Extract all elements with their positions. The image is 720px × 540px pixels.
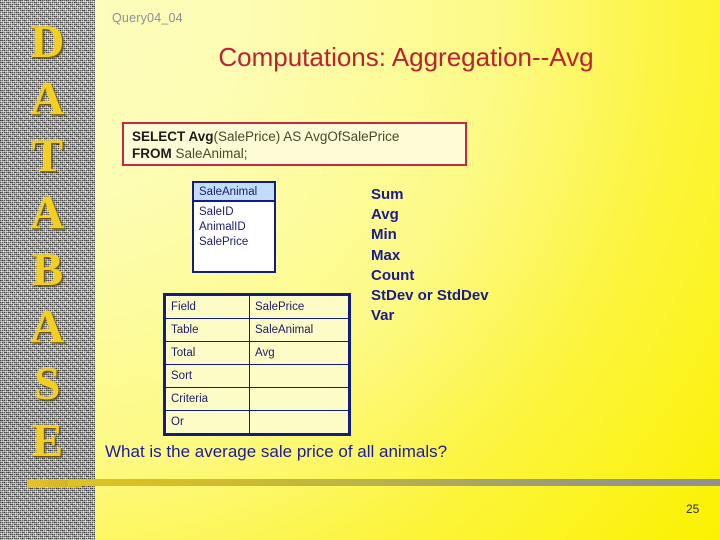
list-item: Min bbox=[371, 226, 397, 244]
table-entity-title: SaleAnimal bbox=[194, 183, 274, 202]
qbe-row-value: SalePrice bbox=[249, 295, 349, 319]
table-row: Sort bbox=[165, 364, 349, 388]
qbe-row-value bbox=[249, 410, 349, 434]
qbe-grid-table: Field SalePrice Table SaleAnimal Total A… bbox=[165, 295, 349, 434]
table-field: SaleID bbox=[199, 206, 234, 218]
list-item: Count bbox=[371, 266, 415, 284]
qbe-design-grid: Field SalePrice Table SaleAnimal Total A… bbox=[163, 293, 351, 436]
table-entity-box: SaleAnimal SaleID AnimalID SalePrice bbox=[192, 181, 276, 273]
qbe-row-label: Sort bbox=[165, 364, 250, 388]
qbe-row-value bbox=[249, 364, 349, 388]
list-item: Var bbox=[371, 307, 395, 325]
list-item: Max bbox=[371, 246, 401, 264]
sql-from-table: SaleAnimal; bbox=[171, 146, 248, 161]
table-row: Or bbox=[165, 410, 349, 434]
sidebar-letter: A bbox=[30, 301, 65, 353]
table-entity-field-list: SaleID AnimalID SalePrice bbox=[194, 202, 274, 250]
page-number: 25 bbox=[686, 502, 700, 516]
sql-statement-box: SELECT Avg(SalePrice) AS AvgOfSalePrice … bbox=[122, 122, 467, 166]
table-field: SalePrice bbox=[199, 236, 249, 248]
sidebar-letter: E bbox=[31, 415, 64, 467]
sql-keyword-select: SELECT Avg bbox=[132, 129, 214, 144]
qbe-row-label: Or bbox=[165, 410, 250, 434]
sql-select-expression: (SalePrice) AS AvgOfSalePrice bbox=[213, 129, 400, 144]
sidebar-letter: S bbox=[34, 358, 61, 410]
list-item: StDev or StdDev bbox=[371, 287, 489, 305]
aggregate-function-list: Sum Avg Min Max Count StDev or StdDev Va… bbox=[371, 185, 489, 326]
qbe-row-label: Field bbox=[165, 295, 250, 319]
sidebar-letter: A bbox=[30, 73, 65, 125]
page-title: Computations: Aggregation--Avg bbox=[218, 42, 594, 72]
qbe-row-value: Avg bbox=[249, 341, 349, 365]
sql-line-select: SELECT Avg(SalePrice) AS AvgOfSalePrice bbox=[132, 128, 465, 145]
list-item: Sum bbox=[371, 186, 404, 203]
qbe-row-value: SaleAnimal bbox=[249, 318, 349, 342]
table-row: Criteria bbox=[165, 387, 349, 411]
slide-header-label: Query04_04 bbox=[112, 11, 183, 25]
list-item: Avg bbox=[371, 206, 399, 224]
sidebar-vertical-word: D A T A B A S E bbox=[0, 0, 95, 540]
question-text: What is the average sale price of all an… bbox=[105, 442, 448, 461]
qbe-row-label: Total bbox=[165, 341, 250, 365]
qbe-row-label: Criteria bbox=[165, 387, 250, 411]
sql-keyword-from: FROM bbox=[132, 146, 172, 161]
table-row: Total Avg bbox=[165, 341, 349, 365]
table-row: Table SaleAnimal bbox=[165, 318, 349, 342]
sql-line-from: FROM SaleAnimal; bbox=[132, 145, 465, 162]
qbe-row-label: Table bbox=[165, 318, 250, 342]
qbe-row-value bbox=[249, 387, 349, 411]
table-row: Field SalePrice bbox=[165, 295, 349, 319]
sidebar-letter: A bbox=[30, 187, 65, 239]
table-field: AnimalID bbox=[199, 221, 246, 233]
sidebar-letter: T bbox=[31, 130, 64, 182]
sidebar-letter: B bbox=[31, 244, 64, 296]
sidebar-letter: D bbox=[30, 16, 65, 68]
slide: D A T A B A S E Query04_04 Computations:… bbox=[0, 0, 720, 540]
footer-divider bbox=[68, 479, 720, 486]
